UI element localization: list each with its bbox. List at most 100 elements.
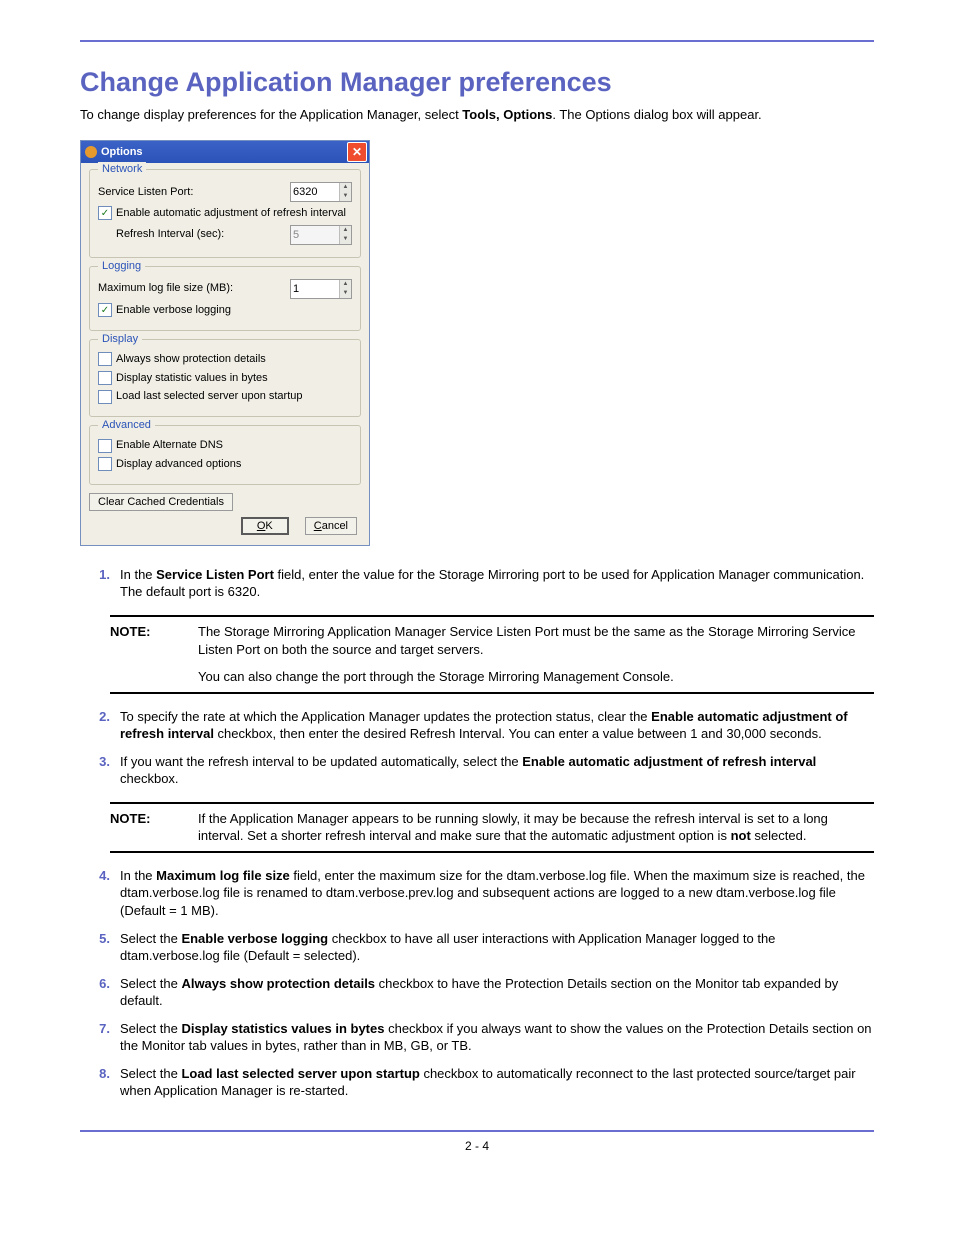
spinner-up-icon: ▲ <box>340 226 351 235</box>
display-group: Display Always show protection details D… <box>89 339 361 418</box>
bold: Display statistics values in bytes <box>181 1021 384 1036</box>
text: checkbox, then enter the desired Refresh… <box>214 726 822 741</box>
advanced-options-checkbox[interactable] <box>98 457 112 471</box>
listen-port-input[interactable]: ▲▼ <box>290 182 352 202</box>
refresh-interval-input: ▲▼ <box>290 225 352 245</box>
text: selected. <box>751 828 807 843</box>
step-number: 7. <box>80 1020 120 1055</box>
bold: Load last selected server upon startup <box>181 1066 419 1081</box>
step-7: 7. Select the Display statistics values … <box>80 1020 874 1055</box>
network-group: Network Service Listen Port: ▲▼ ✓ Enable… <box>89 169 361 258</box>
bold: Enable verbose logging <box>181 931 328 946</box>
cancel-label: ancel <box>322 520 348 532</box>
listen-port-label: Service Listen Port: <box>98 185 290 200</box>
max-log-field[interactable] <box>291 280 339 298</box>
bold: Enable automatic adjustment of refresh i… <box>522 754 816 769</box>
cancel-button[interactable]: Cancel <box>305 517 357 535</box>
text: If you want the refresh interval to be u… <box>120 754 522 769</box>
max-log-label: Maximum log file size (MB): <box>98 281 290 296</box>
step-number: 2. <box>80 708 120 743</box>
text: In the <box>120 567 156 582</box>
spinner-up-icon[interactable]: ▲ <box>340 183 351 192</box>
step-number: 3. <box>80 753 120 788</box>
note-text-1: The Storage Mirroring Application Manage… <box>198 623 874 658</box>
step-number: 8. <box>80 1065 120 1100</box>
step-5: 5. Select the Enable verbose logging che… <box>80 930 874 965</box>
spinner-down-icon[interactable]: ▼ <box>340 192 351 201</box>
intro-text-c: . The Options dialog box will appear. <box>552 107 761 122</box>
auto-refresh-label: Enable automatic adjustment of refresh i… <box>116 206 346 221</box>
advanced-options-label: Display advanced options <box>116 457 241 472</box>
spinner-up-icon[interactable]: ▲ <box>340 280 351 289</box>
logging-legend: Logging <box>98 259 145 274</box>
logging-group: Logging Maximum log file size (MB): ▲▼ ✓… <box>89 266 361 331</box>
auto-refresh-checkbox[interactable]: ✓ <box>98 206 112 220</box>
text: Select the <box>120 931 181 946</box>
step-number: 1. <box>80 566 120 601</box>
intro-text-a: To change display preferences for the Ap… <box>80 107 462 122</box>
intro-paragraph: To change display preferences for the Ap… <box>80 106 874 124</box>
refresh-interval-label: Refresh Interval (sec): <box>116 227 290 242</box>
step-2: 2. To specify the rate at which the Appl… <box>80 708 874 743</box>
load-last-server-checkbox[interactable] <box>98 390 112 404</box>
text: Select the <box>120 976 181 991</box>
close-icon[interactable]: ✕ <box>347 142 367 162</box>
note-label: NOTE: <box>110 623 180 686</box>
bold: Always show protection details <box>181 976 375 991</box>
note-label: NOTE: <box>110 810 180 845</box>
spinner-down-icon: ▼ <box>340 235 351 244</box>
top-rule <box>80 40 874 42</box>
step-number: 4. <box>80 867 120 920</box>
dialog-title: Options <box>101 145 143 160</box>
step-1: 1. In the Service Listen Port field, ent… <box>80 566 874 601</box>
text: checkbox. <box>120 771 179 786</box>
note-text-2: You can also change the port through the… <box>198 668 874 686</box>
max-log-input[interactable]: ▲▼ <box>290 279 352 299</box>
bold: Service Listen Port <box>156 567 274 582</box>
verbose-checkbox[interactable]: ✓ <box>98 303 112 317</box>
step-number: 6. <box>80 975 120 1010</box>
note-text: If the Application Manager appears to be… <box>198 810 874 845</box>
advanced-legend: Advanced <box>98 418 155 433</box>
verbose-label: Enable verbose logging <box>116 303 231 318</box>
note-2: NOTE: If the Application Manager appears… <box>110 802 874 853</box>
stats-bytes-checkbox[interactable] <box>98 371 112 385</box>
protection-details-checkbox[interactable] <box>98 352 112 366</box>
bold: not <box>731 828 751 843</box>
text: Select the <box>120 1066 181 1081</box>
instructions-list: 4. In the Maximum log file size field, e… <box>80 867 874 1100</box>
page-title: Change Application Manager preferences <box>80 64 874 100</box>
bold: Maximum log file size <box>156 868 290 883</box>
load-last-server-label: Load last selected server upon startup <box>116 389 303 404</box>
step-8: 8. Select the Load last selected server … <box>80 1065 874 1100</box>
step-6: 6. Select the Always show protection det… <box>80 975 874 1010</box>
listen-port-field[interactable] <box>291 183 339 201</box>
refresh-interval-field <box>291 226 339 244</box>
options-dialog: Options ✕ Network Service Listen Port: ▲… <box>80 140 370 546</box>
text: To specify the rate at which the Applica… <box>120 709 651 724</box>
note-1: NOTE: The Storage Mirroring Application … <box>110 615 874 694</box>
display-legend: Display <box>98 332 142 347</box>
intro-bold: Tools, Options <box>462 107 552 122</box>
page-number: 2 - 4 <box>465 1139 489 1153</box>
alt-dns-label: Enable Alternate DNS <box>116 438 223 453</box>
alt-dns-checkbox[interactable] <box>98 439 112 453</box>
text: In the <box>120 868 156 883</box>
instructions-list: 2. To specify the rate at which the Appl… <box>80 708 874 788</box>
spinner-down-icon[interactable]: ▼ <box>340 289 351 298</box>
ok-label: K <box>265 520 272 532</box>
network-legend: Network <box>98 162 146 177</box>
protection-details-label: Always show protection details <box>116 352 266 367</box>
titlebar: Options ✕ <box>81 141 369 163</box>
page-footer: 2 - 4 <box>80 1130 874 1154</box>
stats-bytes-label: Display statistic values in bytes <box>116 371 268 386</box>
advanced-group: Advanced Enable Alternate DNS Display ad… <box>89 425 361 485</box>
instructions-list: 1. In the Service Listen Port field, ent… <box>80 566 874 601</box>
step-3: 3. If you want the refresh interval to b… <box>80 753 874 788</box>
app-icon <box>85 146 97 158</box>
text: Select the <box>120 1021 181 1036</box>
clear-credentials-button[interactable]: Clear Cached Credentials <box>89 493 233 511</box>
ok-button[interactable]: OK <box>241 517 289 535</box>
step-4: 4. In the Maximum log file size field, e… <box>80 867 874 920</box>
step-number: 5. <box>80 930 120 965</box>
